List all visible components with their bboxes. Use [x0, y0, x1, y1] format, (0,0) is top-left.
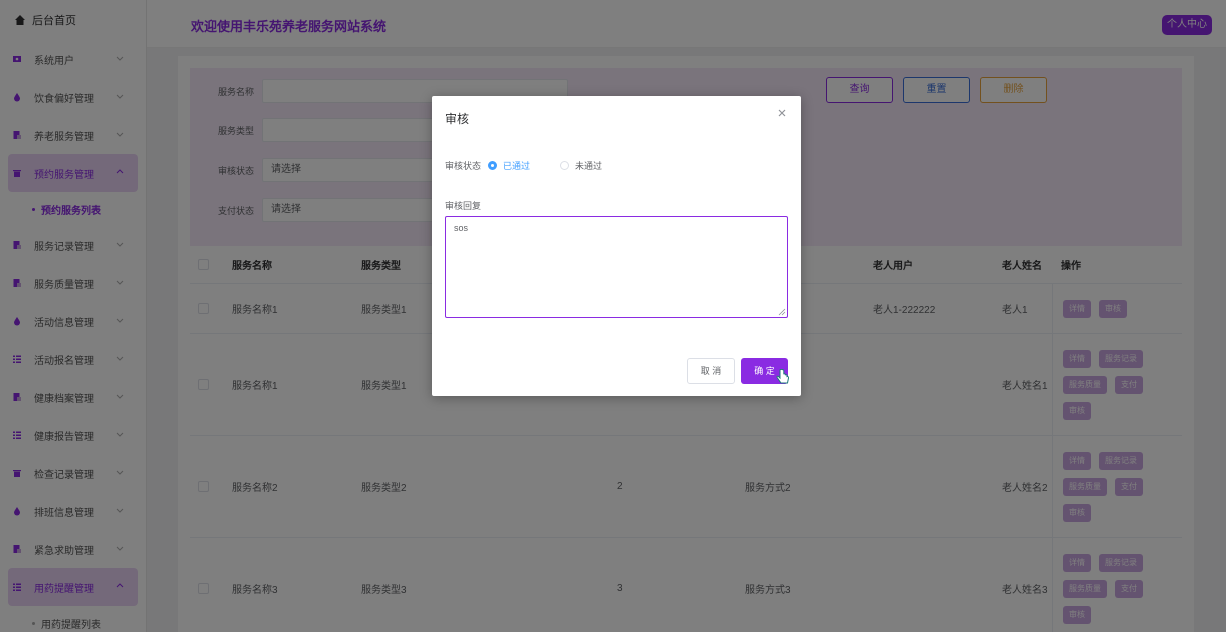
audit-dialog: 审核 审核状态 已通过 未通过 审核回复 sos 取 消 确 定 — [432, 96, 801, 396]
radio-checked-icon — [488, 161, 497, 170]
dialog-title: 审核 — [445, 112, 470, 126]
reply-textarea[interactable]: sos — [445, 216, 788, 318]
audit-status-field-label: 审核状态 — [445, 161, 482, 171]
cancel-button[interactable]: 取 消 — [687, 358, 735, 384]
radio-fail-label: 未通过 — [575, 161, 603, 171]
resize-grip-icon[interactable] — [778, 308, 786, 316]
hand-cursor-icon — [776, 369, 790, 384]
close-icon[interactable] — [777, 108, 787, 118]
radio-pass-label: 已通过 — [503, 161, 531, 171]
radio-unchecked-icon — [560, 161, 569, 170]
reply-field-label: 审核回复 — [445, 201, 482, 211]
radio-pass[interactable]: 已通过 — [488, 159, 530, 172]
radio-fail[interactable]: 未通过 — [560, 159, 602, 172]
